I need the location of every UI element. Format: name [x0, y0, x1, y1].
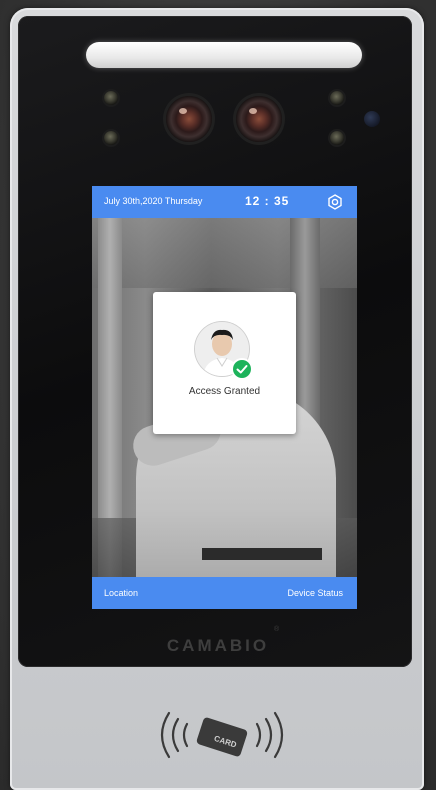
top-status-bar: July 30th,2020 Thursday 12 : 35 [92, 186, 357, 218]
gear-icon[interactable] [327, 194, 343, 210]
display-screen: July 30th,2020 Thursday 12 : 35 Access G… [92, 186, 357, 609]
brand-logo: CAMABIO [166, 636, 270, 655]
nfc-card-icon: CARD [160, 711, 284, 759]
ir-led-icon [330, 131, 344, 145]
light-sensor-icon [364, 111, 380, 127]
access-status-text: Access Granted [188, 386, 261, 397]
date-label: July 30th,2020 Thursday [104, 196, 203, 206]
access-result-dialog: Access Granted [153, 292, 296, 434]
bottom-nav-bar: Location Device Status [92, 577, 357, 609]
ir-led-icon [330, 91, 344, 105]
fill-light-bar [86, 42, 362, 68]
registered-mark: ® [274, 626, 280, 633]
location-button[interactable]: Location [104, 588, 138, 598]
ir-led-icon [104, 131, 118, 145]
scene: July 30th,2020 Thursday 12 : 35 Access G… [0, 0, 436, 790]
device-status-button[interactable]: Device Status [287, 588, 343, 598]
camera-lens-icon [236, 96, 282, 142]
check-icon [233, 360, 251, 378]
time-label: 12 : 35 [245, 194, 290, 208]
ir-led-icon [104, 91, 118, 105]
camera-lens-icon [166, 96, 212, 142]
